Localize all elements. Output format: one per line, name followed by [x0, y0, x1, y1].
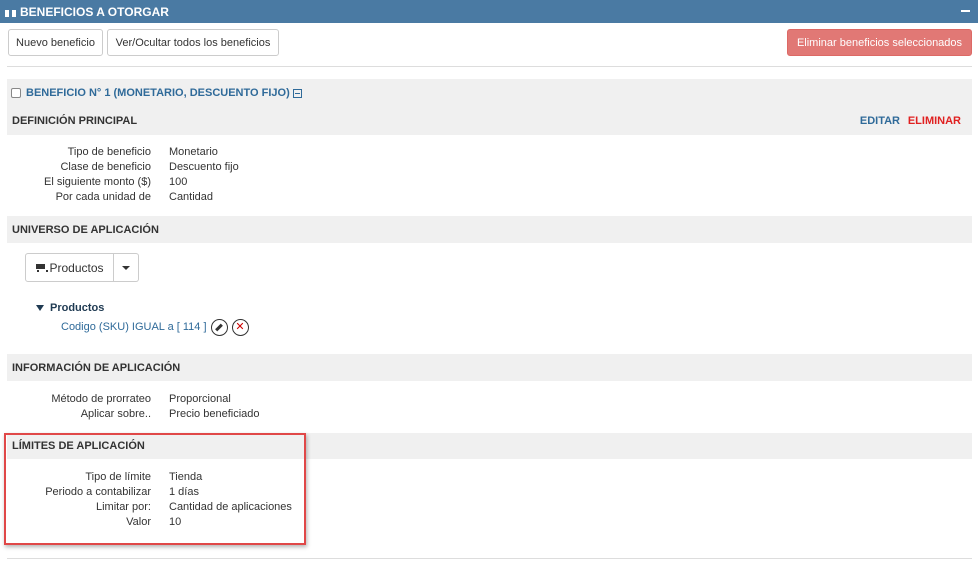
- detail-value: Monetario: [169, 146, 218, 158]
- section-heading: INFORMACIÓN DE APLICACIÓN: [12, 361, 181, 374]
- detail-label: Aplicar sobre..: [80, 408, 151, 420]
- caret-down-icon: [122, 265, 130, 270]
- detail-value: Cantidad: [169, 191, 214, 203]
- section-heading: UNIVERSO DE APLICACIÓN: [12, 223, 159, 236]
- detail-row: El siguiente monto ($) 100: [0, 176, 600, 191]
- detail-row: Tipo de beneficio Monetario: [0, 146, 600, 161]
- benefit-title: BENEFICIO N° 1 (MONETARIO, DESCUENTO FIJ…: [26, 87, 290, 99]
- edit-link[interactable]: EDITAR: [860, 115, 900, 127]
- highlight-frame: [4, 433, 306, 545]
- detail-label: Tipo de beneficio: [67, 146, 151, 158]
- delete-selected-benefits-button[interactable]: Eliminar beneficios seleccionados: [787, 29, 972, 56]
- panel-header: BENEFICIOS A OTORGAR: [0, 0, 978, 23]
- dropdown-toggle[interactable]: [114, 253, 139, 282]
- cart-icon: [35, 263, 49, 272]
- edit-condition-button[interactable]: [210, 318, 228, 336]
- detail-label: Clase de beneficio: [60, 161, 151, 173]
- detail-label: Método de prorrateo: [51, 393, 151, 405]
- detail-row: Por cada unidad de Cantidad: [0, 191, 600, 206]
- section-main-definition: DEFINICIÓN PRINCIPAL EDITAR ELIMINAR: [7, 107, 972, 135]
- tree-item-condition: Codigo (SKU) IGUAL a [ 114 ] ✕: [61, 318, 249, 336]
- detail-value: Descuento fijo: [169, 161, 239, 173]
- new-benefit-button[interactable]: Nuevo beneficio: [8, 29, 103, 56]
- detail-value: 100: [169, 176, 188, 188]
- detail-row: Clase de beneficio Descuento fijo: [0, 161, 600, 176]
- detail-label: Por cada unidad de: [55, 191, 151, 203]
- benefit-header: BENEFICIO N° 1 (MONETARIO, DESCUENTO FIJ…: [7, 79, 972, 107]
- close-icon: ✕: [235, 320, 245, 333]
- delete-condition-button[interactable]: ✕: [231, 318, 249, 336]
- divider: [7, 66, 972, 67]
- main-definition-details: Tipo de beneficio Monetario Clase de ben…: [0, 146, 600, 206]
- products-button-label: Productos: [49, 260, 104, 275]
- universe-dropdown[interactable]: Productos: [25, 253, 139, 282]
- condition-text: Codigo (SKU) IGUAL a [ 114 ]: [61, 321, 207, 333]
- pencil-icon: [215, 323, 223, 331]
- section-application-info: INFORMACIÓN DE APLICACIÓN: [7, 354, 972, 381]
- panel-title: BENEFICIOS A OTORGAR: [20, 4, 169, 19]
- detail-row: Aplicar sobre.. Precio beneficiado: [0, 408, 600, 423]
- tree-node-label: Productos: [50, 302, 105, 314]
- detail-row: Método de prorrateo Proporcional: [0, 393, 600, 408]
- minimize-icon[interactable]: [961, 10, 970, 12]
- detail-label: El siguiente monto ($): [44, 176, 151, 188]
- gift-icon: [5, 6, 16, 17]
- toggle-all-benefits-button[interactable]: Ver/Ocultar todos los beneficios: [107, 29, 279, 56]
- detail-value: Precio beneficiado: [169, 408, 260, 420]
- products-button[interactable]: Productos: [25, 253, 114, 282]
- tree-node-products[interactable]: Productos: [36, 302, 104, 314]
- divider: [7, 558, 972, 559]
- triangle-down-icon[interactable]: [36, 305, 44, 311]
- delete-link[interactable]: ELIMINAR: [908, 115, 961, 127]
- benefit-select-checkbox[interactable]: [11, 88, 21, 98]
- application-info-details: Método de prorrateo Proporcional Aplicar…: [0, 393, 600, 423]
- section-heading: DEFINICIÓN PRINCIPAL: [12, 115, 138, 127]
- collapse-icon[interactable]: [292, 88, 302, 98]
- detail-value: Proporcional: [169, 393, 231, 405]
- section-universe: UNIVERSO DE APLICACIÓN: [7, 216, 972, 243]
